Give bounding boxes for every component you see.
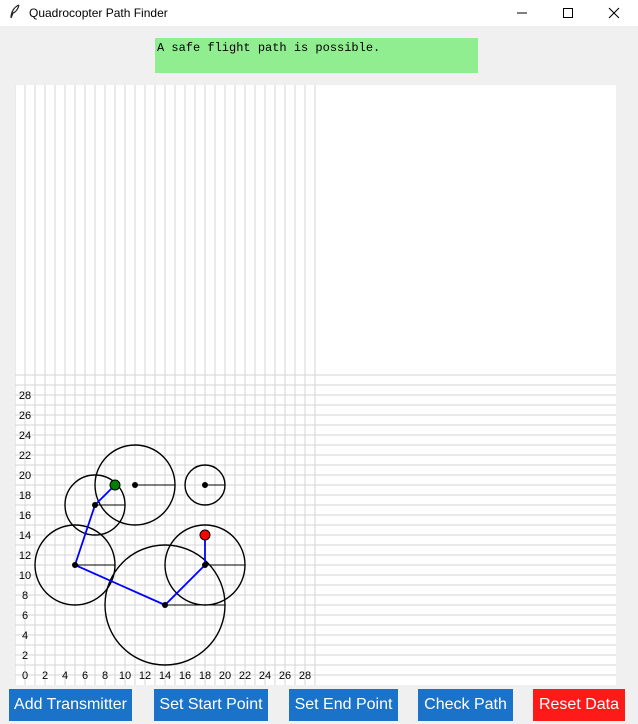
x-tick-label: 14 — [159, 670, 171, 682]
y-tick-label: 4 — [22, 630, 28, 642]
y-tick-label: 18 — [19, 490, 31, 502]
minimize-button[interactable] — [499, 0, 545, 26]
y-tick-label: 10 — [19, 570, 31, 582]
x-tick-label: 22 — [239, 670, 251, 682]
y-tick-label: 20 — [19, 470, 31, 482]
x-tick-label: 28 — [299, 670, 311, 682]
feather-icon — [10, 4, 20, 19]
y-tick-label: 22 — [19, 450, 31, 462]
maximize-icon — [563, 8, 573, 18]
map-canvas[interactable]: 0 2 4 6 8 10 12 14 16 18 20 22 24 26 28 2 4 6 8 10 12 14 16 18 2… — [15, 85, 616, 685]
minimize-icon — [517, 12, 527, 14]
transmitter-center-dot — [162, 602, 168, 608]
reset-data-button[interactable]: Reset Data — [533, 689, 625, 721]
maximize-button[interactable] — [545, 0, 591, 26]
transmitter-center-dot — [202, 562, 208, 568]
y-tick-label: 24 — [19, 430, 31, 442]
x-tick-label: 6 — [82, 670, 88, 682]
x-tick-label: 26 — [279, 670, 291, 682]
transmitter-center-dot — [72, 562, 78, 568]
title-bar: Quadrocopter Path Finder — [0, 0, 638, 26]
close-button[interactable] — [591, 0, 637, 26]
end-point-marker — [109, 479, 121, 491]
x-tick-label: 8 — [102, 670, 108, 682]
y-tick-label: 6 — [22, 610, 28, 622]
x-tick-label: 0 — [22, 670, 28, 682]
set-start-point-button[interactable]: Set Start Point — [154, 689, 268, 721]
map-svg[interactable]: 0 2 4 6 8 10 12 14 16 18 20 22 24 26 28246810121416182… — [15, 85, 616, 685]
y-tick-label: 12 — [19, 550, 31, 562]
start-point-marker — [199, 529, 211, 541]
x-tick-label: 2 — [42, 670, 48, 682]
x-tick-label: 10 — [119, 670, 131, 682]
transmitter-center-dot — [92, 502, 98, 508]
x-tick-label: 24 — [259, 670, 271, 682]
set-end-point-button[interactable]: Set End Point — [289, 689, 398, 721]
status-message: A safe flight path is possible. — [157, 41, 381, 55]
y-tick-label: 14 — [19, 530, 31, 542]
close-icon — [608, 7, 620, 19]
y-tick-label: 28 — [19, 390, 31, 402]
y-tick-label: 26 — [19, 410, 31, 422]
y-tick-label: 2 — [22, 650, 28, 662]
add-transmitter-button[interactable]: Add Transmitter — [9, 689, 132, 721]
y-tick-label: 16 — [19, 510, 31, 522]
x-tick-label: 16 — [179, 670, 191, 682]
check-path-button[interactable]: Check Path — [418, 689, 513, 721]
transmitter-center-dot — [202, 482, 208, 488]
x-tick-label: 12 — [139, 670, 151, 682]
status-box: A safe flight path is possible. — [155, 38, 478, 73]
transmitter-center-dot — [132, 482, 138, 488]
x-tick-label: 18 — [199, 670, 211, 682]
x-tick-label: 4 — [62, 670, 68, 682]
x-tick-label: 20 — [219, 670, 231, 682]
y-tick-label: 8 — [22, 590, 28, 602]
window-title: Quadrocopter Path Finder — [29, 6, 168, 20]
